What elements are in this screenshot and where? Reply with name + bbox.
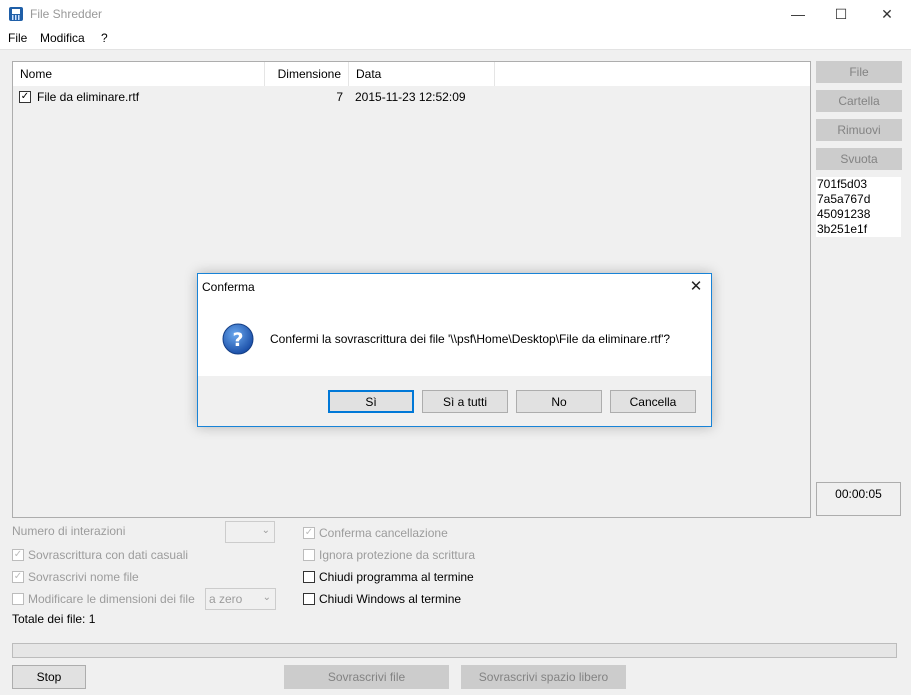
remove-button[interactable]: Rimuovi (816, 119, 902, 141)
random-data-option[interactable]: ✓ Sovrascrittura con dati casuali (12, 547, 188, 563)
hash-line: 3b251e1f (817, 222, 868, 236)
file-date-cell: 2015-11-23 12:52:09 (355, 90, 466, 104)
menu-bar (0, 28, 911, 50)
hash-line: 45091238 (817, 207, 871, 221)
total-files-label: Totale dei file: 1 (12, 612, 96, 626)
overwrite-free-space-button[interactable]: Sovrascrivi spazio libero (461, 665, 626, 689)
column-header-nome[interactable]: Nome (13, 62, 265, 86)
chevron-down-icon: ⌄ (262, 592, 271, 603)
close-program-checkbox[interactable] (303, 571, 315, 583)
ignore-protect-label: Ignora protezione da scrittura (319, 548, 476, 562)
file-name-cell[interactable]: File da eliminare.rtf (37, 89, 139, 105)
confirm-delete-label: Conferma cancellazione (319, 526, 448, 540)
add-file-button[interactable]: File (816, 61, 902, 83)
hash-display: 701f5d03 7a5a767d 45091238 3b251e1f (816, 177, 901, 237)
change-size-label: Modificare le dimensioni dei file (28, 592, 195, 606)
stop-button[interactable]: Stop (12, 665, 86, 689)
no-button[interactable]: No (516, 390, 602, 413)
menu-help[interactable]: ? (101, 31, 108, 45)
dialog-message: Confermi la sovrascrittura dei file '\\p… (270, 332, 671, 346)
iterations-label: Numero di interazioni (12, 524, 126, 538)
close-program-label: Chiudi programma al termine (319, 570, 474, 584)
menu-file[interactable]: File (8, 31, 27, 45)
overwrite-name-checkbox[interactable]: ✓ (12, 571, 24, 583)
column-header-data[interactable]: Data (349, 62, 495, 86)
question-icon: ? (222, 323, 254, 355)
file-size-cell: 7 (336, 90, 343, 104)
size-mode-select[interactable]: a zero ⌄ (205, 588, 276, 610)
svg-text:?: ? (232, 329, 243, 351)
column-header-dimensione[interactable]: Dimensione (265, 62, 349, 86)
hash-line: 701f5d03 (817, 177, 868, 191)
chevron-down-icon: ⌄ (261, 525, 270, 536)
clear-button[interactable]: Svuota (816, 148, 902, 170)
change-size-checkbox[interactable] (12, 593, 24, 605)
close-windows-checkbox[interactable] (303, 593, 315, 605)
close-icon[interactable]: ✕ (686, 277, 706, 295)
yes-button[interactable]: Sì (328, 390, 414, 413)
minimize-button[interactable]: — (775, 0, 821, 28)
progress-bar (12, 643, 897, 658)
ignore-protect-checkbox[interactable] (303, 549, 315, 561)
app-icon (8, 6, 24, 22)
menu-divider (0, 49, 911, 50)
overwrite-name-option[interactable]: ✓ Sovrascrivi nome file (12, 569, 139, 585)
random-data-label: Sovrascrittura con dati casuali (28, 548, 189, 562)
close-windows-option[interactable]: Chiudi Windows al termine (303, 591, 461, 607)
ignore-protect-option[interactable]: Ignora protezione da scrittura (303, 547, 475, 563)
yes-to-all-button[interactable]: Sì a tutti (422, 390, 508, 413)
close-program-option[interactable]: Chiudi programma al termine (303, 569, 474, 585)
confirm-dialog: Conferma ✕ ? Confermi la sovrascrittura … (197, 273, 712, 427)
cancel-button[interactable]: Cancella (610, 390, 696, 413)
hash-line: 7a5a767d (817, 192, 871, 206)
window-title: File Shredder (30, 7, 103, 21)
size-mode-value: a zero (209, 592, 243, 606)
confirm-delete-option[interactable]: ✓ Conferma cancellazione (303, 525, 448, 541)
change-size-option[interactable]: Modificare le dimensioni dei file (12, 591, 195, 607)
menu-modifica[interactable]: Modifica (40, 31, 85, 45)
elapsed-timer: 00:00:05 (816, 482, 901, 516)
overwrite-name-label: Sovrascrivi nome file (28, 570, 139, 584)
maximize-button[interactable]: ☐ (818, 0, 864, 28)
random-data-checkbox[interactable]: ✓ (12, 549, 24, 561)
add-folder-button[interactable]: Cartella (816, 90, 902, 112)
column-header-filler (495, 62, 810, 86)
row-checkbox[interactable]: ✓ (19, 91, 31, 103)
close-windows-label: Chiudi Windows al termine (319, 592, 462, 606)
iterations-select[interactable]: ⌄ (225, 521, 275, 543)
dialog-title: Conferma (202, 280, 255, 294)
confirm-delete-checkbox[interactable]: ✓ (303, 527, 315, 539)
close-button[interactable]: ✕ (864, 0, 910, 28)
overwrite-files-button[interactable]: Sovrascrivi file (284, 665, 449, 689)
